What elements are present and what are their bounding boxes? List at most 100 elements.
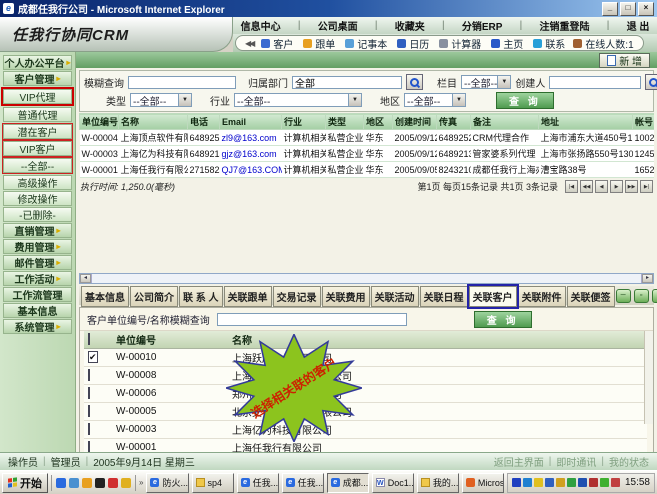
email-link[interactable]: zl9@163.com [220, 130, 282, 146]
creator-lookup-button[interactable] [645, 74, 657, 90]
tray-icon-5[interactable] [556, 478, 565, 487]
tray-icon-1[interactable] [512, 478, 521, 487]
pager-button[interactable]: ◀ [595, 180, 608, 193]
column-header[interactable]: 单位编号 [80, 114, 119, 130]
vertical-scrollbar[interactable] [644, 331, 653, 424]
tab-item[interactable]: 公司简介 [130, 286, 178, 307]
list-item[interactable]: W-00006郑州市汇科科技有限公司 [84, 385, 647, 403]
pager-button[interactable]: ▶| [640, 180, 653, 193]
column-header[interactable]: 地区 [364, 114, 393, 130]
column-header[interactable]: 电话 [188, 114, 220, 130]
taskbar-task[interactable]: sp4 [192, 473, 234, 493]
ie-icon[interactable] [56, 478, 66, 488]
taskbar-task[interactable]: Micros... [462, 473, 504, 493]
taskbar-task[interactable]: WDoc1.... [372, 473, 414, 493]
menu-item[interactable]: 注销重登陆 [535, 18, 593, 33]
tab-item[interactable]: 基本信息 [81, 286, 129, 307]
taskbar-task[interactable]: e任我... [282, 473, 324, 493]
email-link[interactable]: QJ7@163.COM [220, 162, 282, 178]
status-link[interactable]: 返回主界面 [494, 454, 544, 469]
status-link[interactable]: 即时通讯 [556, 454, 596, 469]
tab-item[interactable]: 关联便签 [567, 286, 615, 307]
column-header[interactable]: 帐号 [633, 114, 655, 130]
column-header[interactable]: 备注 [471, 114, 539, 130]
related-search-input[interactable] [217, 313, 407, 326]
department-lookup-button[interactable] [406, 74, 423, 90]
input-method-icon[interactable] [578, 478, 587, 487]
sidebar-item[interactable]: 基本信息 [3, 303, 72, 318]
rewind-icon[interactable]: ◀◀ [245, 39, 253, 48]
column-header[interactable]: 单位编号 [112, 331, 228, 349]
notes-icon[interactable] [121, 478, 131, 488]
pager-button[interactable]: ◀◀ [580, 180, 593, 193]
column-header[interactable]: 名称 [119, 114, 188, 130]
toolbar-item[interactable]: 客户 [261, 36, 293, 51]
tab-item[interactable]: 关联费用 [322, 286, 370, 307]
sidebar-item[interactable]: VIP客户 [3, 141, 72, 156]
volume-icon[interactable] [534, 478, 543, 487]
table-row[interactable]: W-00004上海顶点软件有限公司64892525zl9@163.com计算机相… [80, 130, 655, 146]
column-header[interactable]: 行业 [282, 114, 326, 130]
maximize-button[interactable]: □ [620, 2, 636, 16]
list-item[interactable]: ✔W-00010上海跃起软件发展公司 [84, 349, 647, 367]
tray-icon-8[interactable] [589, 478, 598, 487]
tray-icon-4[interactable] [545, 478, 554, 487]
list-item[interactable]: W-00008上海立特信息技术有限公司 [84, 367, 647, 385]
sidebar-item[interactable]: 系统管理▸ [3, 319, 72, 334]
pager-button[interactable]: |◀ [565, 180, 578, 193]
checkbox-checked-icon[interactable]: ✔ [88, 351, 98, 363]
checkbox-unchecked-icon[interactable] [88, 405, 90, 417]
panel-minimize-button[interactable]: ─ [616, 289, 631, 303]
menu-item[interactable]: 信息中心 [237, 18, 285, 33]
column-header[interactable]: 类型 [326, 114, 364, 130]
sidebar-item[interactable]: 高级操作 [3, 175, 72, 190]
sidebar-item[interactable]: 普通代理 [3, 107, 72, 122]
sidebar-item[interactable]: 修改操作 [3, 191, 72, 206]
tab-item[interactable]: 关联日程 [420, 286, 468, 307]
table-row[interactable]: W-00001上海任我行有限公司27158230QJ7@163.COM计算机相关… [80, 162, 655, 178]
industry-select[interactable]: --全部-- ▼ [234, 93, 362, 107]
list-item[interactable]: W-00003上海亿为科技有限公司 [84, 421, 647, 439]
taskbar-task[interactable]: 我的... [417, 473, 459, 493]
toolbar-item[interactable]: 记事本 [345, 36, 387, 51]
checkbox-unchecked-icon[interactable] [88, 333, 90, 345]
toolbar-item[interactable]: 联系 [533, 36, 565, 51]
media-icon[interactable] [108, 478, 118, 488]
tab-item[interactable]: 关联跟单 [224, 286, 272, 307]
toolbar-item[interactable]: 跟单 [303, 36, 335, 51]
minimize-button[interactable]: _ [602, 2, 618, 16]
email-link[interactable]: gjz@163.com [220, 146, 282, 162]
sidebar-item[interactable]: 客户管理▸ [3, 71, 72, 86]
sidebar-item[interactable]: 邮件管理▸ [3, 255, 72, 270]
menu-item[interactable]: 公司桌面 [314, 18, 362, 33]
panel-maximize-button[interactable]: ■ [652, 289, 657, 303]
scrollbar-thumb[interactable] [91, 274, 642, 283]
sidebar-item[interactable]: 工作活动▸ [3, 271, 72, 286]
department-input[interactable] [292, 76, 402, 89]
related-query-button[interactable]: 查 询 [474, 311, 532, 328]
scroll-right-icon[interactable]: ▸ [642, 274, 653, 283]
menu-item[interactable]: 收藏夹 [391, 18, 429, 33]
close-button[interactable]: × [638, 2, 654, 16]
fuzzy-search-input[interactable] [128, 76, 236, 89]
column-header[interactable]: 传真 [437, 114, 471, 130]
power-icon[interactable] [600, 478, 609, 487]
arrow-up-icon[interactable] [567, 478, 576, 487]
list-item[interactable]: W-00001上海任我行有限公司 [84, 439, 647, 453]
region-select[interactable]: --全部-- ▼ [404, 93, 466, 107]
start-button[interactable]: 开始 [2, 473, 48, 493]
checkbox-unchecked-icon[interactable] [88, 441, 90, 452]
taskbar-task[interactable]: e任我... [237, 473, 279, 493]
pager-button[interactable]: ▶ [610, 180, 623, 193]
tray-icon-2[interactable] [523, 478, 532, 487]
list-item[interactable]: W-00005北京艾佳信息技术有限公司 [84, 403, 647, 421]
column-header[interactable]: Email [220, 114, 282, 130]
quick-launch-overflow-icon[interactable]: » [139, 478, 143, 487]
status-link[interactable]: 我的状态 [609, 454, 649, 469]
horizontal-scrollbar[interactable]: ◂ ▸ [79, 273, 654, 284]
sidebar-item[interactable]: -已删除- [3, 207, 72, 222]
sidebar-item[interactable]: 工作流管理 [3, 287, 72, 302]
sidebar-item[interactable]: 潜在客户 [3, 124, 72, 139]
sidebar-item[interactable]: VIP代理 [3, 89, 72, 104]
menu-item[interactable]: 退 出 [623, 18, 654, 33]
